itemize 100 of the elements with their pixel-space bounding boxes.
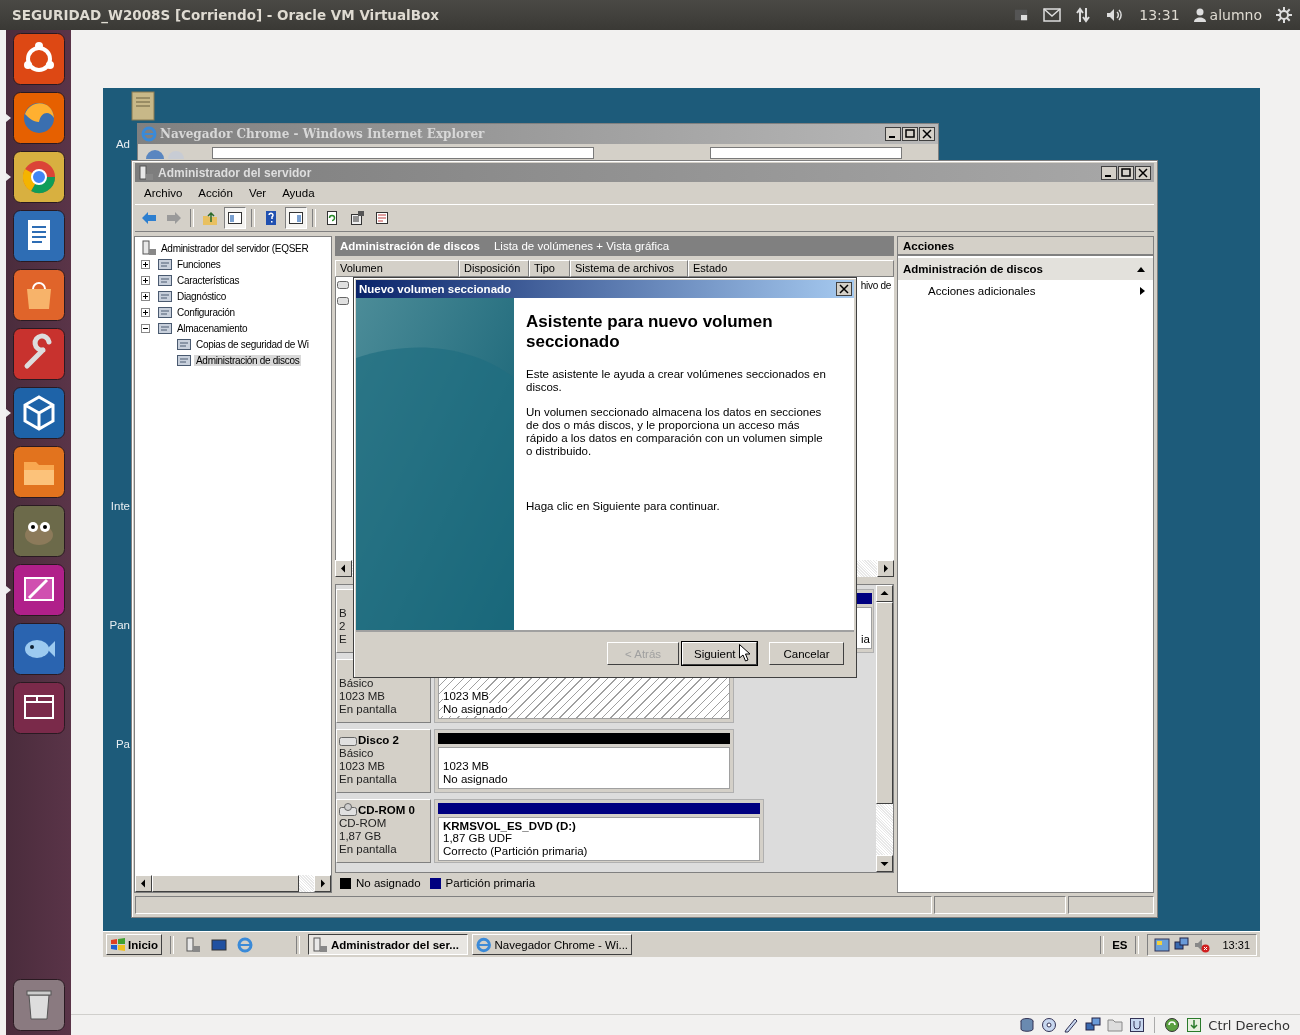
ring-logo-icon[interactable]	[12, 33, 65, 85]
mail-icon[interactable]	[1043, 8, 1062, 22]
close-icon[interactable]	[919, 127, 935, 141]
desktop-icon-label[interactable]: Pa	[115, 738, 130, 750]
tray-app-icon[interactable]	[1154, 936, 1171, 953]
server-icon[interactable]	[312, 936, 329, 953]
menu-item[interactable]: Ver	[241, 185, 274, 201]
close-icon[interactable]	[1135, 165, 1151, 180]
document-icon[interactable]	[12, 210, 65, 262]
keyboard-indicator-icon[interactable]	[1013, 8, 1030, 22]
search-field[interactable]	[710, 147, 902, 159]
tree-item[interactable]: Administración de discos	[194, 354, 302, 366]
minimize-icon[interactable]	[1101, 165, 1117, 180]
vertical-scrollbar[interactable]	[876, 585, 893, 872]
optical-disc-icon[interactable]	[1041, 1017, 1058, 1033]
disk-info: B	[339, 607, 348, 620]
scrollbar-thumb[interactable]	[152, 875, 299, 892]
tree-item[interactable]: Almacenamiento	[175, 322, 250, 334]
monitor-icon[interactable]	[211, 936, 228, 953]
wizard-button[interactable]: Cancelar	[769, 642, 844, 665]
column-header[interactable]: Disposición	[459, 260, 529, 277]
menu-item[interactable]: Acción	[191, 185, 240, 201]
tree-item[interactable]: Copias de seguridad de Wi	[194, 338, 311, 350]
expand-icon[interactable]	[141, 259, 150, 269]
wizard-button[interactable]: Siguient	[682, 642, 757, 665]
module-icon	[157, 304, 173, 320]
tree-item[interactable]: Configuración	[175, 306, 237, 318]
scroll-up-icon[interactable]	[876, 585, 893, 602]
desktop-icon-label[interactable]: Inte	[110, 500, 130, 512]
address-field[interactable]	[212, 147, 594, 159]
disk-name: Disco 2	[358, 734, 399, 746]
disk-info: 1023 MB	[339, 760, 387, 773]
collapse-icon[interactable]	[141, 323, 150, 333]
menu-item[interactable]: Ayuda	[275, 185, 322, 201]
drive-icon	[337, 280, 349, 290]
globe-icon[interactable]	[12, 92, 65, 144]
submenu-arrow-icon[interactable]	[1140, 287, 1145, 295]
partition-block[interactable]: 1023 MB No asignado	[434, 729, 734, 793]
network-icon[interactable]	[1075, 7, 1092, 23]
desktop-icon-label[interactable]: Pan	[109, 619, 130, 631]
server-icon[interactable]	[185, 936, 202, 953]
column-header[interactable]: Sistema de archivos	[570, 260, 688, 277]
expand-icon[interactable]	[141, 275, 150, 285]
pen-icon[interactable]	[1063, 1017, 1080, 1033]
scroll-left-icon[interactable]	[335, 560, 352, 577]
partition-block[interactable]: KRMSVOL_ES_DVD (D:) 1,87 GB UDF Correcto (Partición primaria)	[434, 799, 764, 863]
close-icon[interactable]	[836, 282, 852, 296]
clock-text[interactable]: 13:31	[1222, 938, 1250, 951]
scrollbar-thumb[interactable]	[876, 602, 893, 804]
wrench-icon[interactable]	[12, 328, 65, 380]
partition-info: 1,87 GB UDF	[443, 832, 513, 845]
collapse-arrow-icon[interactable]	[1137, 266, 1145, 272]
action-link[interactable]: Acciones adicionales	[928, 285, 1140, 297]
pane-title: Acciones	[903, 239, 955, 252]
maximize-icon[interactable]	[1118, 165, 1134, 180]
clock-text[interactable]: 13:31	[1139, 7, 1180, 23]
shopping-bag-icon[interactable]	[12, 269, 65, 321]
wizard-text: Este asistente le ayuda a crear volúmenes seccionados en discos.	[526, 368, 827, 394]
column-header[interactable]: Tipo	[529, 260, 570, 277]
maximize-icon[interactable]	[902, 127, 918, 141]
tree-item[interactable]: Funciones	[175, 258, 223, 270]
tree-item[interactable]: Diagnóstico	[175, 290, 228, 302]
scroll-down-icon[interactable]	[876, 855, 893, 872]
minimize-icon[interactable]	[885, 127, 901, 141]
fish-icon[interactable]	[12, 623, 65, 675]
taskbar-button[interactable]: Navegador Chrome - Wi...	[472, 934, 633, 955]
server-icon[interactable]	[138, 164, 154, 181]
scrollbar-track[interactable]	[299, 875, 314, 892]
display-icon[interactable]	[1129, 1017, 1146, 1033]
drive-icon	[337, 296, 349, 306]
wizard-text: Un volumen seccionado almacena los datos en secciones de dos o más discos, y le proporciona un acceso más rápido a los datos en comparación con un volumen simple o distribuido.	[526, 406, 824, 458]
settings-icon[interactable]	[1276, 7, 1292, 23]
brush-icon[interactable]	[12, 564, 65, 616]
expand-icon[interactable]	[141, 307, 150, 317]
scroll-right-icon[interactable]	[877, 560, 894, 577]
cube-icon[interactable]	[12, 387, 65, 439]
view-label: Lista de volúmenes + Vista gráfica	[493, 240, 670, 252]
animal-face-icon[interactable]	[12, 505, 65, 557]
arrows-circle-icon[interactable]	[1164, 1017, 1181, 1033]
network-computers-icon[interactable]	[1085, 1017, 1102, 1033]
trash-icon[interactable]	[12, 979, 65, 1031]
tree-item[interactable]: Características	[175, 274, 242, 286]
desktop-icon-label[interactable]: Ad	[115, 138, 130, 150]
disk-info: En pantalla	[339, 703, 398, 716]
tree-item[interactable]: Administrador del servidor (EQSER	[159, 242, 311, 254]
window-grid-icon[interactable]	[12, 682, 65, 734]
flag-logo-icon[interactable]	[110, 936, 126, 953]
actions-section-header[interactable]: Administración de discos	[898, 258, 1153, 280]
column-header[interactable]: Estado	[688, 260, 894, 277]
scroll-left-icon[interactable]	[135, 875, 152, 892]
taskbar-button[interactable]: Administrador del ser...	[308, 934, 469, 955]
scroll-right-icon[interactable]	[314, 875, 331, 892]
language-indicator[interactable]: ES	[1112, 938, 1128, 951]
horizontal-scrollbar[interactable]	[135, 875, 331, 892]
expand-icon[interactable]	[141, 291, 150, 301]
column-header[interactable]: Volumen	[335, 260, 459, 277]
network-computers-icon[interactable]	[1174, 936, 1191, 953]
user-name[interactable]: alumno	[1209, 7, 1262, 23]
start-button[interactable]: Inicio	[106, 934, 163, 955]
menu-item[interactable]: Archivo	[137, 185, 190, 201]
